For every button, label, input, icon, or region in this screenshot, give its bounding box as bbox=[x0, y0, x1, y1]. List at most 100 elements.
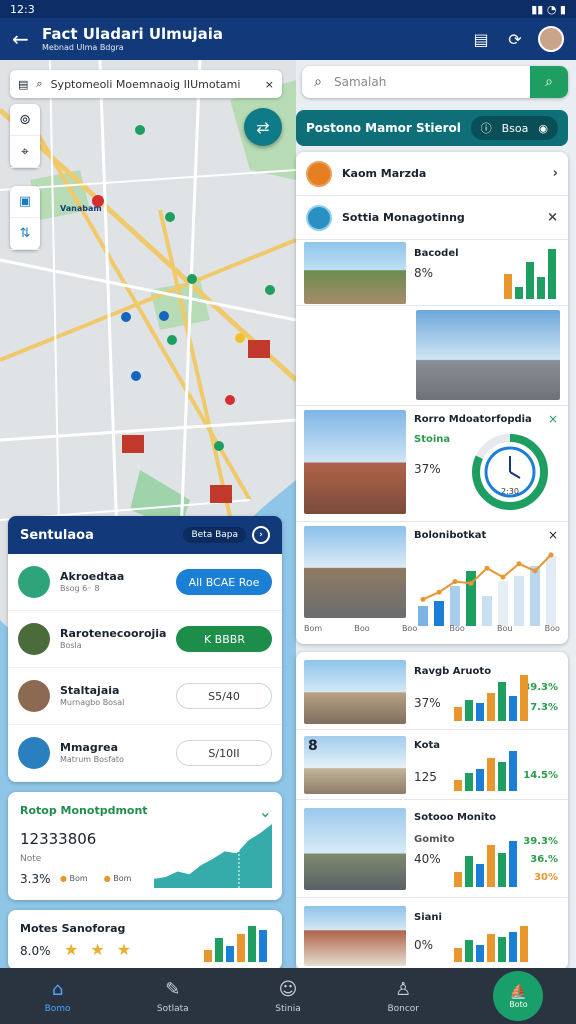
list-item[interactable] bbox=[296, 306, 568, 406]
museum-image bbox=[304, 906, 406, 966]
location-icon[interactable]: ⌖ bbox=[10, 136, 40, 168]
route-fab[interactable]: ⇄ bbox=[244, 108, 282, 146]
list-item[interactable]: Siani 0% bbox=[296, 898, 568, 970]
close-icon[interactable]: × bbox=[265, 78, 274, 91]
bar bbox=[482, 596, 492, 626]
item-action-button[interactable]: All BCAE Roe bbox=[176, 569, 272, 595]
item-action-button[interactable]: S5/40 bbox=[176, 683, 272, 709]
close-icon[interactable]: × bbox=[547, 210, 558, 225]
nav-item-0[interactable]: ⌂ Bomo bbox=[0, 979, 115, 1014]
item-action-button[interactable]: K BBBR bbox=[176, 626, 273, 652]
nav-item-3[interactable]: ♙ Boncor bbox=[346, 979, 461, 1014]
item-icon bbox=[18, 566, 50, 598]
list-item[interactable]: Sotooo Monito Gomito 40% 39.3% 36.% 30% bbox=[296, 800, 568, 898]
church-image bbox=[304, 410, 406, 514]
arrow-left-icon[interactable]: ← bbox=[12, 27, 42, 51]
compass-icon[interactable]: ⊚ bbox=[10, 104, 40, 136]
bar bbox=[504, 274, 512, 299]
status-bar: 12:3 ▮▮ ◔ ▮ bbox=[0, 0, 576, 18]
list-item[interactable]: Rorro Mdoatorfopdia Stoina 37% × 2:30 bbox=[296, 406, 568, 522]
item-subtitle: Bosla bbox=[60, 640, 82, 650]
nav-item-4[interactable]: ⛵ Boto bbox=[461, 971, 576, 1021]
search-go-button[interactable]: ⌕ bbox=[530, 66, 568, 98]
tick-label: Boo bbox=[544, 624, 560, 633]
list-item[interactable]: Mmagrea Matrum Bosfato S/10II bbox=[8, 725, 282, 782]
bar bbox=[498, 682, 506, 721]
tick-label: Boo bbox=[449, 624, 465, 633]
bar bbox=[476, 769, 484, 791]
right-search-input[interactable]: Samalah bbox=[334, 75, 530, 89]
bar bbox=[454, 948, 462, 962]
nav-item-1[interactable]: ✎ Sotlata bbox=[115, 979, 230, 1014]
avatar[interactable] bbox=[538, 26, 564, 52]
area-fill bbox=[154, 824, 272, 888]
panel-header-1[interactable]: Kaom Marzda › bbox=[296, 152, 568, 196]
eye-icon: ◉ bbox=[538, 121, 548, 135]
bar bbox=[476, 945, 484, 962]
mini-bar-chart bbox=[204, 926, 267, 962]
avatar bbox=[306, 204, 332, 231]
bar bbox=[450, 586, 460, 626]
boat-icon[interactable]: ⛵ Boto bbox=[493, 971, 544, 1021]
list-item[interactable]: Rarotenecoorojia Bosla K BBBR bbox=[8, 611, 282, 668]
arrow-right-icon[interactable]: › bbox=[252, 526, 270, 544]
list-item[interactable]: Bacodel 8% bbox=[296, 240, 568, 306]
bar bbox=[515, 286, 523, 299]
tick-label: Boo bbox=[401, 624, 418, 633]
bar bbox=[248, 926, 256, 962]
bottom-nav: ⌂ Bomo ✎ Sotlata ☺ Stinia ♙ Boncor ⛵ Boto bbox=[0, 968, 576, 1024]
bar bbox=[465, 699, 473, 721]
nav-icon: ☺ bbox=[278, 978, 298, 1000]
item-title: Mmagrea bbox=[60, 740, 119, 754]
nav-item-2[interactable]: ☺ Stinia bbox=[230, 979, 345, 1014]
clipboard-icon[interactable]: ▤ bbox=[464, 30, 498, 49]
list-item[interactable]: Ravgb Aruoto 37% 39.3% 7.3% bbox=[296, 652, 568, 730]
bar bbox=[465, 939, 473, 962]
item-title: Rarotenecoorojia bbox=[60, 626, 167, 640]
map-search-input[interactable]: Syptomeoli Moemnaoig IIUmotami bbox=[51, 78, 257, 91]
place-label: Vanabam bbox=[60, 204, 102, 213]
close-icon[interactable]: × bbox=[548, 528, 558, 542]
tick-label: Bom bbox=[304, 624, 323, 633]
search-icon: ⌕ bbox=[36, 77, 43, 90]
street-image bbox=[304, 736, 406, 794]
list-item[interactable]: Staltajaia Murnagbo Bosal S5/40 bbox=[8, 668, 282, 725]
list-item[interactable]: Akroedtaa Bsog 6◦ 8 All BCAE Roe bbox=[8, 554, 282, 611]
directions-icon[interactable]: ⇅ bbox=[10, 218, 40, 250]
bar bbox=[537, 277, 545, 299]
map-tools: ⊚ ⌖ bbox=[10, 104, 40, 168]
close-icon[interactable]: × bbox=[548, 412, 558, 426]
chevron-right-icon[interactable]: › bbox=[553, 166, 558, 181]
map-search-bar[interactable]: ▤ ⌕ Syptomeoli Moemnaoig IIUmotami × bbox=[10, 70, 282, 98]
teal-bar-pill[interactable]: ⓘ Bsoa ◉ bbox=[470, 116, 558, 140]
route-icon[interactable]: ⟳ bbox=[498, 30, 532, 49]
bar bbox=[465, 772, 473, 791]
item-action-button[interactable]: S/10II bbox=[176, 740, 272, 766]
point bbox=[484, 565, 490, 571]
bar bbox=[454, 780, 462, 791]
item-title: Staltajaia bbox=[60, 683, 120, 697]
bar bbox=[546, 556, 556, 626]
document-icon: ▤ bbox=[18, 77, 29, 91]
teal-filter-bar[interactable]: Postono Mamor Stierol ⓘ Bsoa ◉ bbox=[296, 110, 568, 146]
star-icon: ★ bbox=[64, 940, 79, 959]
bar bbox=[509, 931, 517, 962]
panel-header-2[interactable]: Sottia Monagotinng × bbox=[296, 196, 568, 240]
landmark-image bbox=[304, 242, 406, 304]
bar bbox=[454, 706, 462, 721]
right-search-bar[interactable]: ⌕ Samalah ⌕ bbox=[302, 66, 568, 98]
item-subtitle: Bsog 6◦ 8 bbox=[60, 583, 100, 593]
bar bbox=[498, 937, 506, 962]
layers-icon[interactable]: ▣ bbox=[10, 186, 40, 218]
bar bbox=[454, 871, 462, 887]
search-icon: ⌕ bbox=[314, 74, 322, 90]
legend-item-1: ● Bom bbox=[60, 874, 88, 883]
list-item[interactable]: 8 Kota 125 14.5% bbox=[296, 730, 568, 800]
bar bbox=[548, 249, 556, 299]
mini-bar-chart bbox=[454, 841, 517, 887]
bar bbox=[476, 703, 484, 721]
left-panel-rating: Motes Sanoforag 8.0% ★ ★ ★ bbox=[8, 910, 282, 970]
list-item[interactable]: Bolonibotkat × Bom Boo Boo Boo Bou Boo bbox=[296, 522, 568, 644]
street-image bbox=[304, 526, 406, 618]
item-title: Akroedtaa bbox=[60, 569, 125, 583]
